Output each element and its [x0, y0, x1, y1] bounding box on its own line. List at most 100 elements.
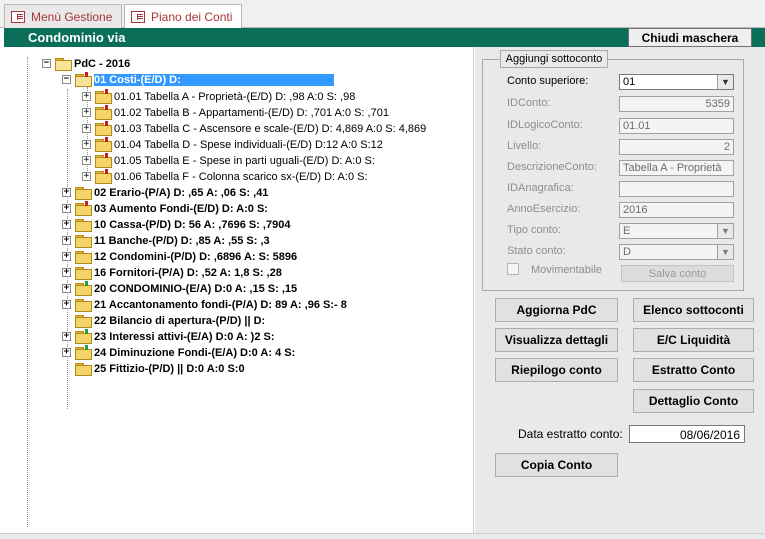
id-anagrafica-field[interactable] — [619, 181, 734, 197]
account-tree[interactable]: − PdC - 2016 − 01 Costi-(E/D) D: + 01.01… — [4, 47, 474, 533]
folder-icon — [75, 344, 92, 360]
tree-node-label: 10 Cassa-(P/D) D: 56 A: ,7696 S: ,7904 — [94, 218, 291, 231]
account-summary-button[interactable]: Riepilogo conto — [495, 358, 618, 382]
tab-menu-gestione[interactable]: Menù Gestione — [4, 4, 122, 28]
close-form-button[interactable]: Chiudi maschera — [628, 28, 752, 47]
folder-open-icon — [75, 71, 92, 87]
select-value: E — [623, 225, 631, 237]
red-flag-icon — [105, 104, 108, 110]
tree-node-label: 01 Costi-(E/D) D: — [94, 73, 334, 86]
copy-account-button[interactable]: Copia Conto — [495, 453, 618, 477]
ec-liquidity-button[interactable]: E/C Liquidità — [633, 328, 754, 352]
tree-node-11[interactable]: + 11 Banche-(P/D) D: ,85 A: ,55 S: ,3 — [62, 233, 270, 248]
group-title: Aggiungi sottoconto — [500, 50, 608, 68]
expand-icon[interactable]: + — [62, 300, 71, 309]
tree-node-10[interactable]: + 10 Cassa-(P/D) D: 56 A: ,7696 S: ,7904 — [62, 217, 290, 232]
view-details-button[interactable]: Visualizza dettagli — [495, 328, 618, 352]
tree-node-22[interactable]: 22 Bilancio di apertura-(P/D) || D: — [75, 313, 265, 328]
tree-node-label: 01.01 Tabella A - Proprietà-(E/D) D: ,98… — [114, 90, 356, 103]
tree-node-01-06[interactable]: + 01.06 Tabella F - Colonna scarico sx-(… — [82, 168, 368, 184]
green-flag-icon — [85, 328, 88, 334]
movimentabile-checkbox[interactable] — [507, 263, 519, 275]
folder-icon — [75, 200, 92, 216]
chevron-down-icon[interactable]: ▼ — [717, 245, 733, 259]
folder-icon — [95, 120, 112, 136]
tree-node-01-02[interactable]: + 01.02 Tabella B - Appartamenti-(E/D) D… — [82, 104, 389, 120]
tree-node-02[interactable]: + 02 Erario-(P/A) D: ,65 A: ,06 S: ,41 — [62, 185, 268, 200]
expand-icon[interactable]: + — [62, 268, 71, 277]
id-anagrafica-label: IDAnagrafica: — [507, 182, 574, 194]
folder-icon — [95, 168, 112, 184]
folder-icon — [75, 266, 92, 280]
date-label: Data estratto conto: — [518, 427, 623, 441]
tree-node-16[interactable]: + 16 Fornitori-(P/A) D: ,52 A: 1,8 S: ,2… — [62, 265, 282, 280]
tab-label: Menù Gestione — [31, 9, 113, 24]
green-flag-icon — [85, 280, 88, 286]
tree-node-label: 22 Bilancio di apertura-(P/D) || D: — [94, 314, 266, 327]
chevron-down-icon[interactable]: ▼ — [717, 224, 733, 238]
tree-connector — [27, 57, 28, 527]
refresh-pdc-button[interactable]: Aggiorna PdC — [495, 298, 618, 322]
tree-node-label: 01.02 Tabella B - Appartamenti-(E/D) D: … — [114, 106, 389, 119]
anno-field[interactable]: 2016 — [619, 202, 734, 218]
stato-conto-select[interactable]: D ▼ — [619, 244, 734, 260]
tree-node-24[interactable]: + 24 Diminuzione Fondi-(E/A) D:0 A: 4 S: — [62, 344, 295, 360]
expand-icon[interactable]: + — [62, 220, 71, 229]
chevron-down-icon[interactable]: ▼ — [717, 75, 733, 89]
collapse-icon[interactable]: − — [42, 59, 51, 68]
tree-node-01-05[interactable]: + 01.05 Tabella E - Spese in parti ugual… — [82, 152, 375, 168]
tree-node-25[interactable]: 25 Fittizio-(P/D) || D:0 A:0 S:0 — [75, 361, 245, 376]
livello-field[interactable]: 2 — [619, 139, 734, 155]
id-logico-field[interactable]: 01.01 — [619, 118, 734, 134]
id-conto-field[interactable]: 5359 — [619, 96, 734, 112]
statement-date-field[interactable]: 08/06/2016 — [629, 425, 745, 443]
expand-icon[interactable]: + — [62, 188, 71, 197]
expand-icon[interactable]: + — [62, 252, 71, 261]
tree-node-01-03[interactable]: + 01.03 Tabella C - Ascensore e scale-(E… — [82, 120, 426, 136]
tree-node-20[interactable]: + 20 CONDOMINIO-(E/A) D:0 A: ,15 S: ,15 — [62, 280, 298, 296]
tree-node-label: 16 Fornitori-(P/A) D: ,52 A: 1,8 S: ,28 — [94, 266, 282, 279]
expand-icon[interactable]: + — [62, 332, 71, 341]
save-account-button[interactable]: Salva conto — [621, 265, 734, 282]
expand-icon[interactable]: + — [62, 284, 71, 293]
tree-node-label: 11 Banche-(P/D) D: ,85 A: ,55 S: ,3 — [94, 234, 270, 247]
folder-open-icon — [55, 57, 72, 71]
expand-icon[interactable]: + — [82, 172, 91, 181]
tree-node-03[interactable]: + 03 Aumento Fondi-(E/D) D: A:0 S: — [62, 200, 268, 216]
tree-node-23[interactable]: + 23 Interessi attivi-(E/A) D:0 A: )2 S: — [62, 328, 275, 344]
tree-node-label: 01.06 Tabella F - Colonna scarico sx-(E/… — [114, 170, 368, 183]
expand-icon[interactable]: + — [82, 124, 91, 133]
tree-node-label: 23 Interessi attivi-(E/A) D:0 A: )2 S: — [94, 330, 275, 343]
expand-icon[interactable]: + — [62, 348, 71, 357]
tree-node-label: 25 Fittizio-(P/D) || D:0 A:0 S:0 — [94, 362, 245, 375]
tree-root-node[interactable]: − PdC - 2016 — [42, 56, 130, 71]
collapse-icon[interactable]: − — [62, 75, 71, 84]
red-flag-icon — [85, 200, 88, 206]
conto-superiore-select[interactable]: 01 ▼ — [619, 74, 734, 90]
tree-node-21[interactable]: + 21 Accantonamento fondi-(P/A) D: 89 A:… — [62, 297, 347, 312]
tree-node-01-04[interactable]: + 01.04 Tabella D - Spese individuali-(E… — [82, 136, 383, 152]
expand-icon[interactable]: + — [62, 236, 71, 245]
account-statement-button[interactable]: Estratto Conto — [633, 358, 754, 382]
tree-node-label: 20 CONDOMINIO-(E/A) D:0 A: ,15 S: ,15 — [94, 282, 298, 295]
tree-node-label: 12 Condomini-(P/D) D: ,6896 A: S: 5896 — [94, 250, 298, 263]
tab-label: Piano dei Conti — [151, 10, 233, 24]
horizontal-scrollbar[interactable] — [0, 533, 765, 539]
tab-piano-dei-conti[interactable]: Piano dei Conti — [124, 4, 242, 29]
tree-node-12[interactable]: + 12 Condomini-(P/D) D: ,6896 A: S: 5896 — [62, 249, 297, 264]
green-flag-icon — [85, 344, 88, 350]
tipo-conto-select[interactable]: E ▼ — [619, 223, 734, 239]
expand-icon[interactable]: + — [82, 92, 91, 101]
red-flag-icon — [85, 71, 88, 77]
livello-label: Livello: — [507, 140, 542, 152]
expand-icon[interactable]: + — [82, 140, 91, 149]
subaccount-list-button[interactable]: Elenco sottoconti — [633, 298, 754, 322]
account-detail-button[interactable]: Dettaglio Conto — [633, 389, 754, 413]
expand-icon[interactable]: + — [62, 204, 71, 213]
descrizione-field[interactable]: Tabella A - Proprietà — [619, 160, 734, 176]
tree-node-01-costi[interactable]: − 01 Costi-(E/D) D: — [62, 71, 334, 87]
expand-icon[interactable]: + — [82, 108, 91, 117]
red-flag-icon — [105, 152, 108, 158]
tree-node-01-01[interactable]: + 01.01 Tabella A - Proprietà-(E/D) D: ,… — [82, 88, 356, 104]
expand-icon[interactable]: + — [82, 156, 91, 165]
